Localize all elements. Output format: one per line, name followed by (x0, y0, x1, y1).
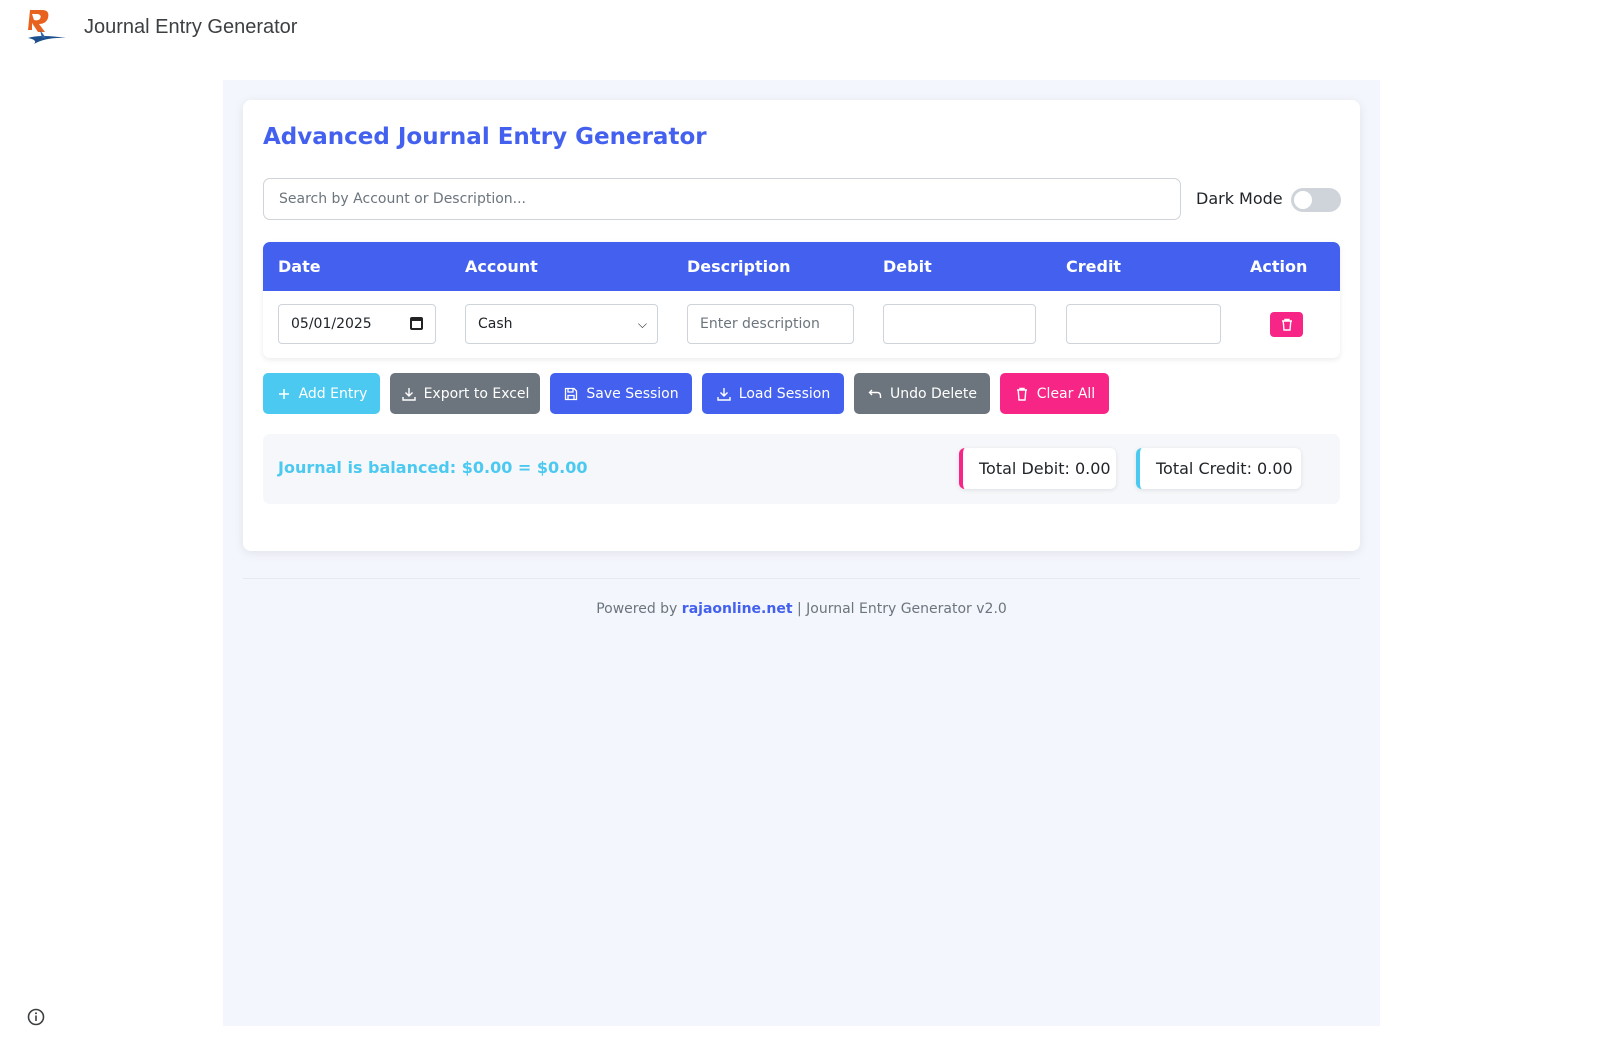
dark-mode-toggle[interactable] (1291, 188, 1341, 212)
top-bar: Journal Entry Generator (0, 0, 1600, 60)
app-logo (28, 10, 66, 44)
total-debit-text: Total Debit: 0.00 (979, 459, 1111, 478)
description-placeholder: Enter description (700, 316, 820, 332)
add-entry-button[interactable]: Add Entry (263, 373, 380, 414)
save-session-label: Save Session (586, 385, 679, 402)
footer-prefix: Powered by (596, 601, 678, 617)
column-header-date: Date (278, 257, 321, 276)
undo-delete-button[interactable]: Undo Delete (854, 373, 990, 414)
column-header-debit: Debit (883, 257, 932, 276)
journal-table: Date Account Description Debit Credit Ac… (263, 242, 1340, 358)
balance-status: Journal is balanced: $0.00 = $0.00 (278, 458, 588, 477)
calendar-icon[interactable] (410, 317, 423, 330)
export-excel-label: Export to Excel (423, 385, 530, 402)
column-header-description: Description (687, 257, 791, 276)
content-area: Advanced Journal Entry Generator Dark Mo… (223, 80, 1380, 1026)
site-title: Journal Entry Generator (84, 16, 298, 38)
clear-all-button[interactable]: Clear All (1000, 373, 1109, 414)
page-title: Advanced Journal Entry Generator (263, 124, 707, 150)
delete-row-button[interactable] (1270, 312, 1303, 337)
total-credit-box: Total Credit: 0.00 (1136, 448, 1301, 489)
undo-icon (867, 386, 883, 402)
chevron-down-icon: ⌵ (637, 317, 647, 331)
debit-input[interactable] (883, 304, 1036, 344)
account-value: Cash (478, 316, 513, 332)
dark-mode-label: Dark Mode (1196, 189, 1283, 208)
footer-link[interactable]: rajaonline.net (682, 601, 793, 617)
load-session-label: Load Session (738, 385, 831, 402)
undo-delete-label: Undo Delete (889, 385, 978, 402)
footer-suffix: | Journal Entry Generator v2.0 (796, 601, 1007, 617)
add-entry-label: Add Entry (298, 385, 368, 402)
clear-all-label: Clear All (1036, 385, 1096, 402)
toggle-knob (1294, 191, 1312, 209)
account-select[interactable]: Cash ⌵ (465, 304, 658, 344)
date-input[interactable]: 05/01/2025 (278, 304, 436, 344)
column-header-credit: Credit (1066, 257, 1122, 276)
generator-card: Advanced Journal Entry Generator Dark Mo… (243, 100, 1360, 551)
save-session-button[interactable]: Save Session (550, 373, 692, 414)
description-input[interactable]: Enter description (687, 304, 854, 344)
footer-divider (243, 578, 1360, 579)
column-header-action: Action (1250, 257, 1308, 276)
total-debit-box: Total Debit: 0.00 (959, 448, 1116, 489)
search-input[interactable] (263, 178, 1181, 220)
download-icon (716, 386, 732, 402)
load-session-button[interactable]: Load Session (702, 373, 844, 414)
table-header: Date Account Description Debit Credit Ac… (263, 242, 1340, 291)
download-icon (401, 386, 417, 402)
footer: Powered by rajaonline.net | Journal Entr… (243, 601, 1360, 617)
export-excel-button[interactable]: Export to Excel (390, 373, 540, 414)
column-header-account: Account (465, 257, 538, 276)
plus-icon (276, 386, 292, 402)
summary-panel: Journal is balanced: $0.00 = $0.00 Total… (263, 434, 1340, 504)
save-icon (563, 386, 579, 402)
total-credit-text: Total Credit: 0.00 (1156, 459, 1293, 478)
trash-icon (1014, 386, 1030, 402)
trash-icon (1281, 318, 1292, 331)
credit-input[interactable] (1066, 304, 1221, 344)
info-icon[interactable] (27, 1008, 45, 1026)
date-value: 05/01/2025 (291, 316, 372, 332)
